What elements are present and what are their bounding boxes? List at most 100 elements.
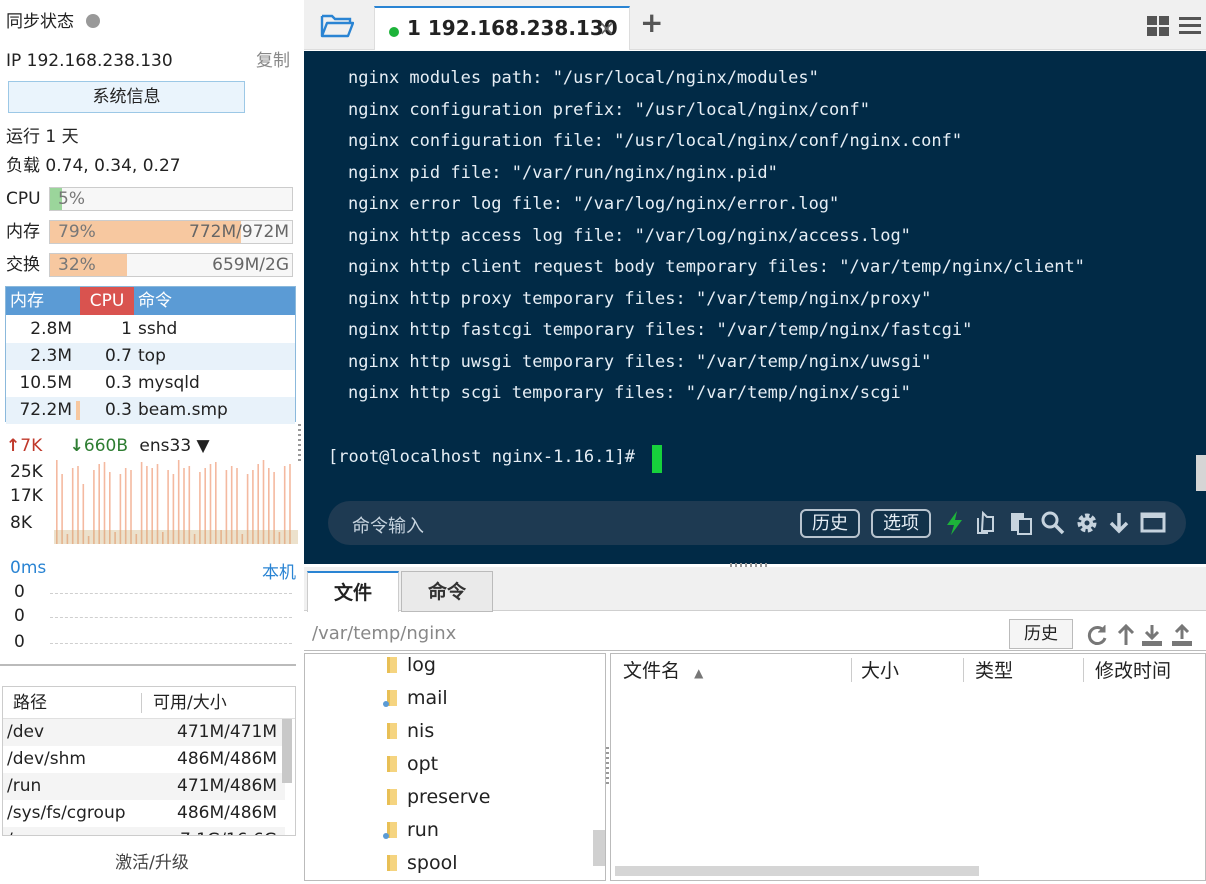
hamburger-menu-icon[interactable] [1178, 14, 1202, 36]
terminal-scrollbar[interactable] [1196, 455, 1206, 491]
download-arrow-icon: ↓ [69, 436, 84, 456]
disk-path: /dev [7, 722, 45, 742]
copy-ip-link[interactable]: 复制 [256, 48, 290, 74]
current-path-input[interactable]: /var/temp/nginx [312, 623, 456, 644]
tab-files[interactable]: 文件 [307, 571, 399, 612]
left-panel-resize-handle[interactable] [298, 424, 301, 464]
folder-icon [387, 723, 397, 739]
close-tab-icon[interactable]: × [598, 16, 615, 40]
file-manager-panel: 文件 命令 /var/temp/nginx 历史 log mail nis op… [304, 567, 1206, 884]
network-traffic-chart [54, 460, 298, 544]
download-rate: 660B [83, 436, 128, 456]
tree-scrollbar[interactable] [593, 830, 605, 866]
disk-row[interactable]: /dev 471M/471M [3, 719, 285, 746]
process-cmd: top [138, 346, 166, 366]
download-arrow-icon[interactable] [1106, 510, 1132, 536]
disk-row[interactable]: /run 471M/486M [3, 773, 285, 800]
terminal-view[interactable]: nginx modules path: "/usr/local/nginx/mo… [304, 51, 1206, 564]
process-row[interactable]: 2.3M 0.7 top [6, 343, 295, 370]
uptime: 运行 1 天 [6, 127, 79, 147]
file-list-hscrollbar[interactable] [615, 866, 979, 876]
system-info-button[interactable]: 系统信息 [8, 81, 245, 113]
latency-tick-1: 0 [14, 582, 25, 602]
disk-row[interactable]: /sys/fs/cgroup 486M/486M [3, 800, 285, 827]
col-filename-header[interactable]: 文件名 ▲ [623, 654, 703, 690]
folder-icon [387, 789, 397, 805]
process-mem: 2.3M [30, 346, 72, 366]
tree-folder-name: preserve [407, 786, 491, 808]
col-size-header[interactable]: 可用/大小 [153, 687, 227, 719]
paste-icon[interactable] [1008, 510, 1034, 536]
folder-open-icon[interactable] [320, 12, 354, 38]
ip-address: IP 192.168.238.130 [6, 51, 173, 71]
col-cpu-header[interactable]: CPU [80, 287, 134, 315]
net-tick-1: 25K [10, 462, 43, 482]
col-size-header[interactable]: 大小 [861, 654, 899, 688]
process-cpu: 0.3 [104, 400, 132, 420]
download-file-icon[interactable] [1140, 623, 1164, 647]
process-row[interactable]: 10.5M 0.3 mysqld [6, 370, 295, 397]
terminal-output-line: nginx http proxy temporary files: "/var/… [348, 288, 932, 309]
command-input-placeholder[interactable]: 命令输入 [352, 512, 424, 538]
process-cpu: 0.3 [104, 373, 132, 393]
copy-icon[interactable] [974, 510, 1000, 536]
col-path-header[interactable]: 路径 [13, 687, 47, 719]
fullscreen-icon[interactable] [1140, 510, 1166, 536]
directory-tree[interactable]: log mail nis opt preserve run spool [304, 653, 606, 881]
gauge-amount: 772M/972M [189, 222, 289, 242]
terminal-output-line: nginx pid file: "/var/run/nginx/nginx.pi… [348, 162, 778, 183]
col-mem-header[interactable]: 内存 [6, 287, 80, 315]
layout-grid-icon[interactable] [1146, 15, 1170, 37]
lightning-icon[interactable] [942, 510, 968, 536]
activate-upgrade-link[interactable]: 激活/升级 [0, 848, 304, 873]
disk-path: /dev/shm [7, 749, 86, 769]
refresh-icon[interactable] [1085, 623, 1109, 647]
disk-size: 7.1G/16.6G [180, 827, 277, 835]
file-pane-resize-handle[interactable] [606, 747, 609, 787]
disk-path: /run [7, 776, 42, 796]
process-table-header: 内存 CPU 命令 [6, 287, 295, 315]
sync-status-label: 同步状态 [6, 12, 74, 32]
options-button[interactable]: 选项 [871, 509, 931, 538]
gauge-label: CPU [6, 189, 41, 209]
upload-file-icon[interactable] [1170, 623, 1194, 647]
file-panel-tabs: 文件 命令 [304, 567, 1206, 612]
tab-session-1[interactable]: 1 192.168.238.130 × [374, 6, 630, 50]
command-input-bar[interactable]: 命令输入 历史 选项 [328, 501, 1186, 545]
latency-monitor: 0ms 本机 0 0 0 [0, 556, 296, 666]
gauge-percent: 79% [58, 222, 96, 242]
disk-size: 486M/486M [177, 749, 277, 769]
tab-commands[interactable]: 命令 [401, 571, 493, 612]
network-header: ↑7K ↓660B ens33 ▼ [6, 436, 210, 456]
col-mtime-header[interactable]: 修改时间 [1095, 654, 1171, 688]
network-interface-select[interactable]: ens33 ▼ [139, 436, 209, 456]
session-tab-bar: 1 192.168.238.130 × + [304, 0, 1206, 50]
path-history-button[interactable]: 历史 [1009, 619, 1073, 649]
system-monitor-panel: 同步状态 IP 192.168.238.130 复制 系统信息 运行 1 天 负… [0, 0, 304, 884]
upload-rate: 7K [20, 436, 43, 456]
process-mem: 10.5M [19, 373, 72, 393]
chevron-down-icon: ▼ [196, 436, 210, 456]
process-row[interactable]: 2.8M 1 sshd [6, 316, 295, 343]
process-cpu: 0.7 [104, 346, 132, 366]
history-button[interactable]: 历史 [800, 509, 860, 538]
disk-table-header: 路径 可用/大小 [3, 687, 295, 719]
process-row[interactable]: 72.2M 0.3 beam.smp [6, 397, 295, 424]
file-list[interactable]: 文件名 ▲ 大小 类型 修改时间 [610, 653, 1206, 881]
tab-session-label: 1 192.168.238.130 [407, 16, 618, 40]
disk-row[interactable]: /dev/shm 486M/486M [3, 746, 285, 773]
net-tick-2: 17K [10, 486, 43, 506]
file-list-header: 文件名 ▲ 大小 类型 修改时间 [611, 654, 1205, 688]
search-icon[interactable] [1040, 510, 1066, 536]
disk-table-scrollbar[interactable] [282, 719, 292, 783]
add-tab-button[interactable]: + [640, 6, 663, 39]
terminal-output-line: nginx modules path: "/usr/local/nginx/mo… [348, 68, 819, 88]
latency-host[interactable]: 本机 [262, 558, 296, 583]
network-monitor: ↑7K ↓660B ens33 ▼ 25K 17K 8K [6, 432, 298, 552]
col-type-header[interactable]: 类型 [975, 654, 1013, 688]
disk-row[interactable]: / 7.1G/16.6G [3, 827, 285, 835]
gear-icon[interactable] [1074, 510, 1100, 536]
folder-icon [383, 690, 397, 707]
up-directory-icon[interactable] [1114, 623, 1138, 647]
col-cmd-header[interactable]: 命令 [138, 287, 172, 315]
